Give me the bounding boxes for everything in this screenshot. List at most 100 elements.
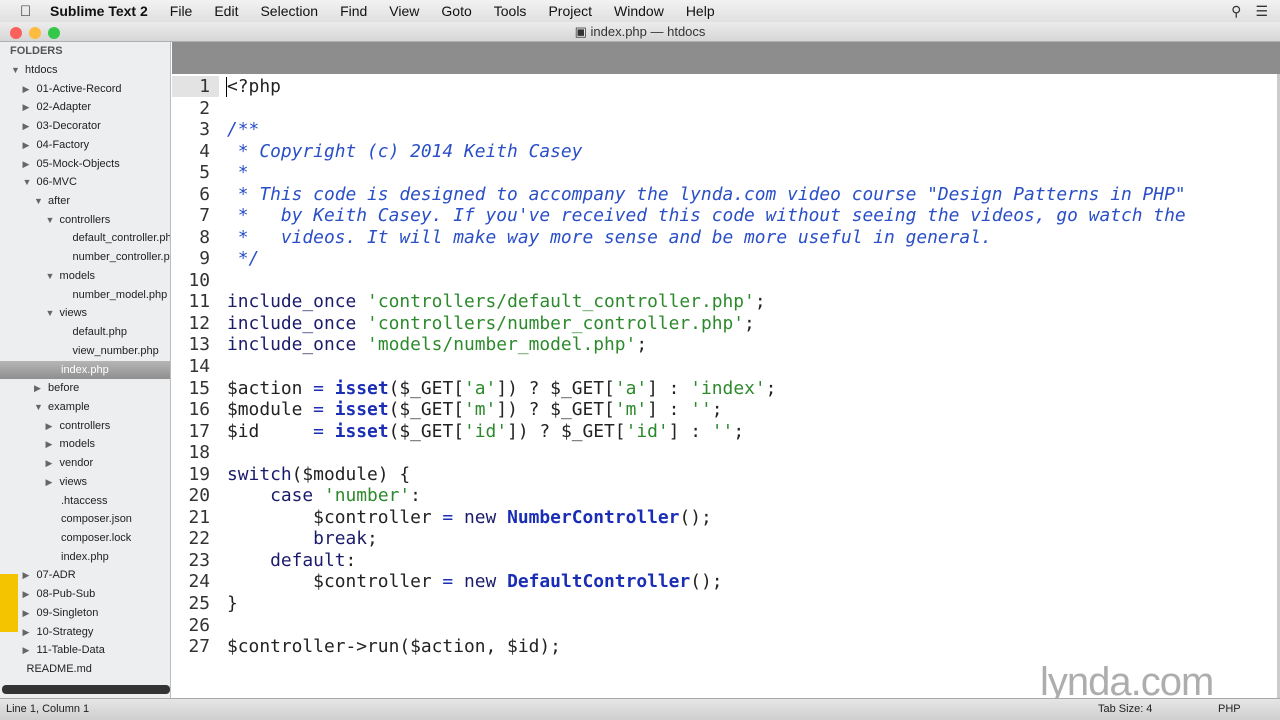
sidebar-item[interactable]: README.md (0, 660, 170, 678)
disclosure-closed-icon[interactable]: ▶ (23, 155, 34, 173)
sidebar-item[interactable]: ▶ 08-Pub-Sub (0, 585, 170, 603)
search-icon[interactable]: ⚲ (1231, 3, 1241, 20)
sidebar-item[interactable]: ▶ 10-Strategy (0, 623, 170, 641)
disclosure-open-icon[interactable]: ▼ (46, 267, 57, 285)
sidebar-item[interactable]: index.php (0, 548, 170, 566)
code-token: <?php (227, 76, 281, 97)
sidebar-item-label: composer.json (61, 513, 132, 526)
close-button[interactable] (10, 27, 22, 39)
sidebar-item-label: 05-Mock-Objects (33, 157, 120, 170)
disclosure-closed-icon[interactable]: ▶ (46, 435, 57, 453)
sidebar-item[interactable]: ▶ 02-Adapter (0, 98, 170, 116)
disclosure-closed-icon[interactable]: ▶ (46, 454, 57, 472)
code-token: * (227, 162, 249, 184)
sidebar-item-label: vendor (56, 457, 94, 470)
list-icon[interactable]: ☰ (1255, 3, 1268, 20)
sidebar-item-label: number_model.php (72, 288, 168, 301)
code-token: (); (690, 571, 723, 593)
disclosure-closed-icon[interactable]: ▶ (34, 379, 45, 397)
disclosure-closed-icon[interactable]: ▶ (23, 566, 34, 584)
menu-file[interactable]: File (170, 3, 193, 19)
disclosure-closed-icon[interactable]: ▶ (23, 641, 34, 659)
code-token: $controller (227, 506, 443, 528)
code-token: isset (334, 420, 389, 442)
code-token: 'a' (464, 377, 497, 399)
sidebar-scrollbar[interactable] (2, 685, 170, 694)
minimize-button[interactable] (29, 27, 41, 39)
disclosure-closed-icon[interactable]: ▶ (23, 117, 34, 135)
sidebar-item-label: controllers (56, 213, 111, 226)
disclosure-closed-icon[interactable]: ▶ (23, 136, 34, 154)
sidebar-item[interactable]: ▶ 07-ADR (0, 566, 170, 584)
sidebar-header: FOLDERS (10, 45, 63, 57)
sidebar-item[interactable]: ▼ example (0, 398, 170, 416)
app-menu[interactable]: Sublime Text 2 (50, 3, 148, 19)
sidebar-item[interactable]: ▼ htdocs (0, 61, 170, 79)
menu-help[interactable]: Help (686, 3, 715, 19)
sidebar-item[interactable]: ▼ views (0, 304, 170, 322)
sidebar-item[interactable]: default.php (0, 323, 170, 341)
menu-find[interactable]: Find (340, 3, 367, 19)
sidebar-item[interactable]: composer.lock (0, 529, 170, 547)
code-token: switch (227, 463, 292, 485)
sidebar-item[interactable]: ▼ after (0, 192, 170, 210)
disclosure-closed-icon[interactable]: ▶ (23, 623, 34, 641)
zoom-button[interactable] (48, 27, 60, 39)
code-token: /** (227, 119, 260, 141)
disclosure-closed-icon[interactable]: ▶ (23, 80, 34, 98)
sidebar-item[interactable]: ▼ 06-MVC (0, 173, 170, 191)
sidebar-item[interactable]: ▶ 04-Factory (0, 136, 170, 154)
disclosure-closed-icon[interactable]: ▶ (23, 604, 34, 622)
disclosure-closed-icon[interactable]: ▶ (46, 417, 57, 435)
code-token: ($module) { (291, 463, 411, 485)
apple-icon[interactable]:  (20, 3, 36, 20)
menu-project[interactable]: Project (548, 3, 592, 19)
menu-edit[interactable]: Edit (214, 3, 238, 19)
sidebar-item[interactable]: ▶ 03-Decorator (0, 117, 170, 135)
code-token: } (227, 592, 238, 614)
sidebar-item[interactable]: ▼ controllers (0, 211, 170, 229)
disclosure-open-icon[interactable]: ▼ (46, 304, 57, 322)
disclosure-closed-icon[interactable]: ▶ (46, 473, 57, 491)
sidebar-item[interactable]: ▶ controllers (0, 417, 170, 435)
sidebar-item[interactable]: ▶ 11-Table-Data (0, 641, 170, 659)
code-token: = (313, 420, 324, 442)
sidebar-item-label: views (56, 307, 88, 320)
sidebar-item[interactable]: .htaccess (0, 492, 170, 510)
menu-tools[interactable]: Tools (494, 3, 527, 19)
sidebar-item[interactable]: ▶ models (0, 435, 170, 453)
disclosure-open-icon[interactable]: ▼ (34, 398, 45, 416)
sidebar-item[interactable]: number_controller.php (0, 248, 171, 266)
sidebar-item[interactable]: ▶ 05-Mock-Objects (0, 155, 170, 173)
disclosure-open-icon[interactable]: ▼ (11, 61, 22, 79)
sidebar-item[interactable]: ▶ 01-Active-Record (0, 80, 170, 98)
sidebar-item[interactable]: ▶ before (0, 379, 170, 397)
code-token: ; (636, 334, 648, 356)
menu-view[interactable]: View (389, 3, 419, 19)
code-token: ($_GET[ (388, 377, 464, 399)
menu-selection[interactable]: Selection (260, 3, 318, 19)
syntax-mode[interactable]: PHP (1218, 699, 1241, 719)
line-number: 6 (199, 183, 210, 205)
menu-window[interactable]: Window (614, 3, 664, 19)
line-number: 11 (188, 291, 210, 313)
sidebar-item[interactable]: composer.json (0, 510, 170, 528)
code-editor[interactable]: 1 2 3 4 5 6 7 8 9 10 11 12 13 14 15 16 17 18 19 20 21 22 23 24 2… (172, 74, 1280, 698)
disclosure-open-icon[interactable]: ▼ (46, 211, 57, 229)
disclosure-closed-icon[interactable]: ▶ (23, 98, 34, 116)
sidebar-item[interactable]: default_controller.php (0, 229, 171, 247)
menu-goto[interactable]: Goto (441, 3, 471, 19)
sidebar-item[interactable]: ▼ models (0, 267, 170, 285)
sidebar-item[interactable]: ▶ 09-Singleton (0, 604, 170, 622)
disclosure-open-icon[interactable]: ▼ (23, 173, 34, 191)
tab-size[interactable]: Tab Size: 4 (1098, 699, 1152, 719)
code-token: 'id' (464, 420, 508, 442)
sidebar-item[interactable]: index.php (0, 360, 170, 379)
sidebar-item[interactable]: view_number.php (0, 342, 170, 360)
sidebar-item[interactable]: ▶ vendor (0, 454, 170, 472)
disclosure-open-icon[interactable]: ▼ (34, 192, 45, 210)
sidebar-item[interactable]: ▶ views (0, 473, 170, 491)
sidebar-item[interactable]: number_model.php (0, 286, 170, 304)
disclosure-closed-icon[interactable]: ▶ (23, 585, 34, 603)
